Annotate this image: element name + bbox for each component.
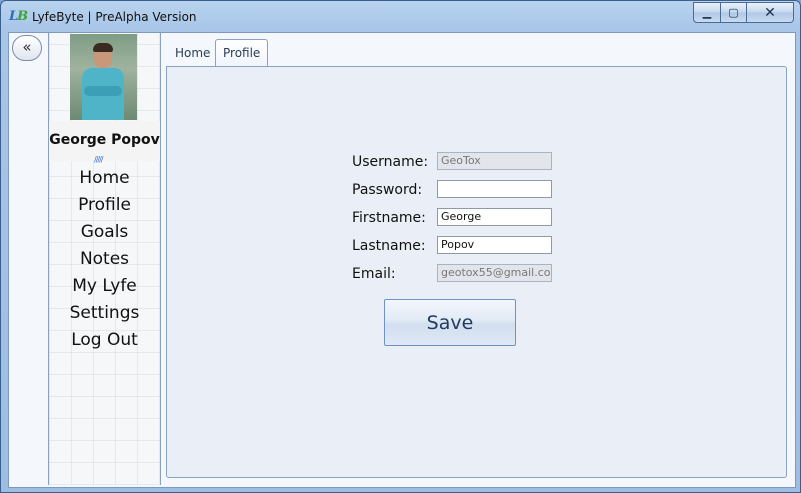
maximize-button[interactable]: ▢	[721, 2, 747, 23]
sidebar-item-log-out[interactable]: Log Out	[49, 327, 160, 354]
save-button[interactable]: Save	[384, 299, 516, 346]
user-name: George Popov	[49, 132, 160, 148]
close-icon: ✕	[764, 4, 776, 21]
close-button[interactable]: ✕	[747, 2, 794, 23]
sidebar-nav: Home Profile Goals Notes My Lyfe Setting…	[49, 165, 160, 354]
tab-profile[interactable]: Profile	[215, 39, 269, 67]
minimize-button[interactable]: ▁	[693, 2, 721, 23]
username-field: GeoTox	[437, 152, 552, 170]
sidebar: George Popov ///// Home Profile Goals No…	[48, 33, 161, 485]
title-bar[interactable]: LB LyfeByte | PreAlpha Version ▁ ▢ ✕	[1, 1, 800, 33]
window-controls: ▁ ▢ ✕	[693, 2, 794, 23]
collapse-sidebar-button[interactable]: «	[12, 35, 42, 61]
email-label: Email:	[352, 266, 396, 282]
double-chevron-left-icon: «	[22, 38, 32, 56]
password-label: Password:	[352, 182, 423, 198]
lastname-label: Lastname:	[352, 238, 426, 254]
sidebar-item-settings[interactable]: Settings	[49, 300, 160, 327]
app-window: LB LyfeByte | PreAlpha Version ▁ ▢ ✕ « G…	[0, 0, 801, 493]
sidebar-item-goals[interactable]: Goals	[49, 219, 160, 246]
loading-dots: /////	[94, 155, 104, 164]
password-field[interactable]	[437, 180, 552, 198]
minimize-icon: ▁	[702, 6, 712, 19]
sidebar-item-home[interactable]: Home	[49, 165, 160, 192]
email-field: geotox55@gmail.com	[437, 264, 552, 282]
firstname-label: Firstname:	[352, 210, 426, 226]
client-area: « George Popov ///// Home Profile Goals …	[8, 32, 796, 488]
firstname-field[interactable]: George	[437, 208, 552, 226]
sidebar-item-profile[interactable]: Profile	[49, 192, 160, 219]
sidebar-item-notes[interactable]: Notes	[49, 246, 160, 273]
tab-home[interactable]: Home	[168, 41, 217, 65]
window-title: LyfeByte | PreAlpha Version	[32, 10, 197, 24]
maximize-icon: ▢	[728, 6, 739, 19]
lastname-field[interactable]: Popov	[437, 236, 552, 254]
profile-panel: Username: GeoTox Password: Firstname: Ge…	[166, 66, 787, 478]
app-logo-icon: LB	[9, 9, 28, 24]
username-label: Username:	[352, 154, 429, 170]
sidebar-item-my-lyfe[interactable]: My Lyfe	[49, 273, 160, 300]
profile-photo	[70, 34, 137, 120]
